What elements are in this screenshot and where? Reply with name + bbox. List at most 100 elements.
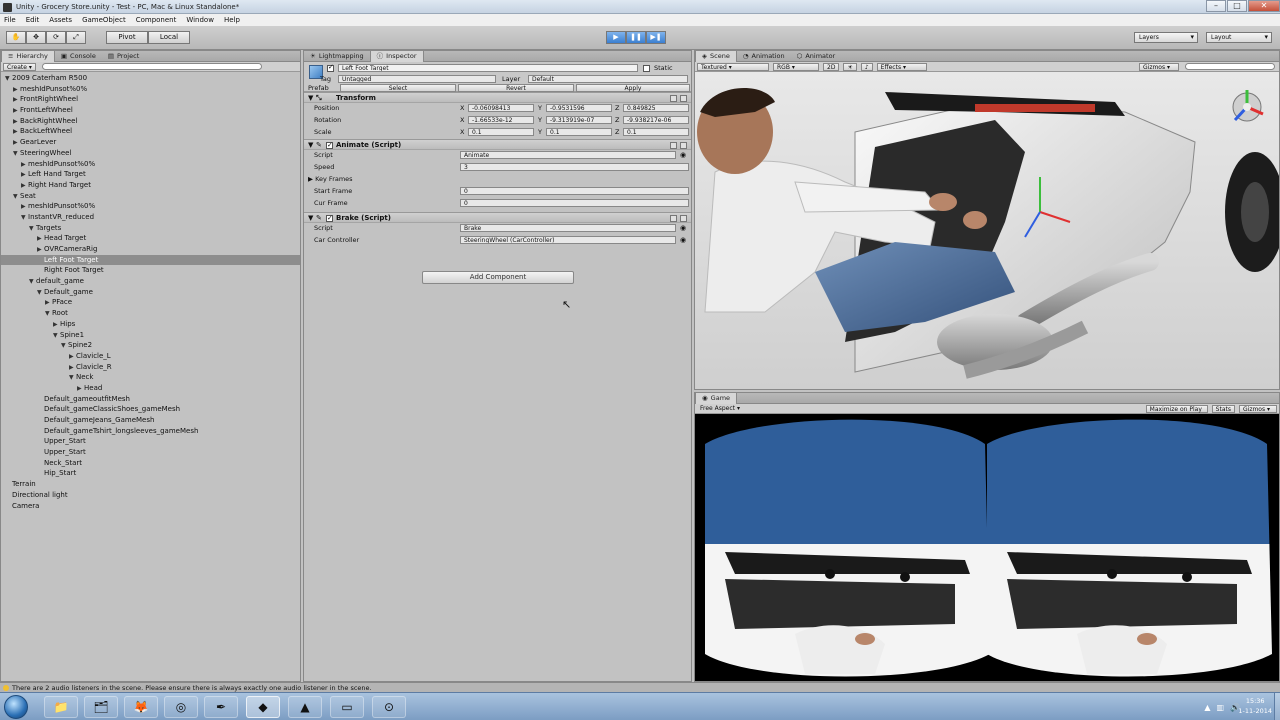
keyframes-foldout[interactable]: ▶ Key Frames (308, 175, 353, 183)
hierarchy-item[interactable]: Directional light (1, 490, 300, 501)
position-z-field[interactable]: 0.849825 (623, 104, 689, 112)
hierarchy-item[interactable]: ▶ BackLeftWheel (1, 126, 300, 137)
game-gizmos-dropdown[interactable]: Gizmos ▾ (1239, 404, 1277, 413)
menu-file[interactable]: File (4, 14, 16, 26)
taskbar-gimp[interactable]: ✒ (204, 696, 238, 718)
step-button[interactable]: ▶❚ (646, 31, 666, 44)
scene-gizmos-dropdown[interactable]: Gizmos ▾ (1139, 62, 1179, 71)
tab-animation[interactable]: ◔ Animation (737, 51, 791, 62)
taskbar-brackets[interactable]: ▲ (288, 696, 322, 718)
hierarchy-item[interactable]: ▼ default_game (1, 276, 300, 287)
object-picker-icon[interactable]: ◉ (680, 224, 686, 232)
hierarchy-item[interactable]: Default_gameTshirt_longsleeves_gameMesh (1, 426, 300, 437)
hierarchy-item[interactable]: Camera (1, 501, 300, 512)
hierarchy-item[interactable]: ▼ 2009 Caterham R500 (1, 73, 300, 84)
hierarchy-item[interactable]: ▼ Targets (1, 223, 300, 234)
speed-field[interactable]: 3 (460, 163, 689, 171)
scale-z-field[interactable]: 0.1 (623, 128, 689, 136)
taskbar-explorer[interactable]: 📁 (44, 696, 78, 718)
tab-animator[interactable]: ⬡ Animator (791, 51, 842, 62)
rotation-x-field[interactable]: -1.66533e-12 (468, 116, 534, 124)
taskbar-clock[interactable]: 15:36 1-11-2014 (1238, 696, 1272, 716)
hierarchy-item[interactable]: ▼ Spine1 (1, 330, 300, 341)
audio-toggle[interactable]: ♪ (860, 62, 873, 71)
layers-dropdown[interactable]: Layers (1134, 32, 1198, 43)
taskbar-firefox[interactable]: 🦊 (124, 696, 158, 718)
menu-edit[interactable]: Edit (26, 14, 40, 26)
position-y-field[interactable]: -0.9531596 (546, 104, 612, 112)
object-picker-icon[interactable]: ◉ (680, 236, 686, 244)
tab-hierarchy[interactable]: ≡ Hierarchy (1, 51, 55, 62)
taskbar-screen[interactable]: ▭ (330, 696, 364, 718)
start-frame-field[interactable]: 0 (460, 187, 689, 195)
lighting-toggle[interactable]: ☀ (843, 62, 857, 71)
show-desktop-button[interactable] (1274, 693, 1280, 720)
scale-y-field[interactable]: 0.1 (546, 128, 612, 136)
add-component-button[interactable]: Add Component (422, 271, 574, 284)
hierarchy-item[interactable]: Left Foot Target (1, 254, 300, 266)
maximize-button[interactable]: □ (1227, 0, 1247, 12)
tab-game[interactable]: ◉ Game (695, 393, 738, 404)
help-icon[interactable] (670, 215, 677, 222)
scale-tool-button[interactable]: ⤢ (66, 31, 86, 44)
textured-dropdown[interactable]: Textured ▾ (697, 62, 769, 71)
hierarchy-item[interactable]: ▼ Default_game (1, 287, 300, 298)
hierarchy-item[interactable]: ▶ PFace (1, 297, 300, 308)
hierarchy-item[interactable]: ▶ OVRCameraRig (1, 244, 300, 255)
help-icon[interactable] (670, 142, 677, 149)
network-icon[interactable]: ▥ (1216, 703, 1224, 712)
hierarchy-item[interactable]: ▶ meshIdPunsot%0% (1, 84, 300, 95)
hierarchy-item[interactable]: ▼ SteeringWheel (1, 148, 300, 159)
prefab-revert-button[interactable]: Revert (458, 84, 574, 92)
prefab-apply-button[interactable]: Apply (576, 84, 690, 92)
hierarchy-item[interactable]: Hip_Start (1, 468, 300, 479)
tag-dropdown[interactable]: Untagged (338, 75, 496, 83)
tab-project[interactable]: ▤ Project (102, 51, 145, 62)
hierarchy-item[interactable]: ▶ BackRightWheel (1, 116, 300, 127)
tab-inspector[interactable]: ⓘ Inspector (369, 51, 424, 62)
hierarchy-item[interactable]: ▶ GearLever (1, 137, 300, 148)
tab-lightmapping[interactable]: ☀ Lightmapping (304, 51, 370, 62)
animate-enabled-checkbox[interactable] (326, 140, 333, 151)
minimize-button[interactable]: – (1206, 0, 1226, 12)
hierarchy-item[interactable]: ▶ Right Hand Target (1, 180, 300, 191)
hierarchy-item[interactable]: ▼ Spine2 (1, 340, 300, 351)
pause-button[interactable]: ❚❚ (626, 31, 646, 44)
hierarchy-item[interactable]: Upper_Start (1, 436, 300, 447)
hierarchy-item[interactable]: ▼ InstantVR_reduced (1, 212, 300, 223)
rgb-dropdown[interactable]: RGB ▾ (773, 62, 819, 71)
hierarchy-item[interactable]: ▶ Hips (1, 319, 300, 330)
stats-toggle[interactable]: Stats (1211, 404, 1235, 413)
help-icon[interactable] (670, 95, 677, 102)
local-toggle[interactable]: Local (148, 31, 190, 44)
effects-dropdown[interactable]: Effects ▾ (876, 62, 927, 71)
hierarchy-item[interactable]: Upper_Start (1, 447, 300, 458)
layer-dropdown[interactable]: Default (528, 75, 688, 83)
create-button[interactable]: Create ▾ (3, 62, 36, 71)
console-status-bar[interactable]: There are 2 audio listeners in the scene… (0, 682, 1280, 692)
hierarchy-item[interactable]: ▶ FrontLeftWheel (1, 105, 300, 116)
rotation-z-field[interactable]: -9.938217e-06 (623, 116, 689, 124)
hierarchy-item[interactable]: ▶ Head (1, 383, 300, 394)
car-controller-field[interactable]: SteeringWheel (CarController) (460, 236, 676, 244)
pivot-toggle[interactable]: Pivot (106, 31, 148, 44)
animate-script-header[interactable]: ▼ ✎ Animate (Script) (304, 139, 691, 151)
hierarchy-item[interactable]: Terrain (1, 479, 300, 490)
play-button[interactable]: ▶ (606, 31, 626, 44)
menu-component[interactable]: Component (136, 14, 177, 26)
taskbar-capture[interactable]: ⊙ (372, 696, 406, 718)
tab-console[interactable]: ▣ Console (55, 51, 102, 62)
hierarchy-item[interactable]: ▶ Clavicle_L (1, 351, 300, 362)
maximize-on-play-toggle[interactable]: Maximize on Play (1145, 404, 1208, 413)
taskbar-blender[interactable]: ◎ (164, 696, 198, 718)
static-checkbox[interactable] (643, 65, 650, 72)
settings-gear-icon[interactable] (680, 215, 687, 222)
hierarchy-item[interactable]: ▶ Left Hand Target (1, 169, 300, 180)
hierarchy-item[interactable]: ▶ meshIdPunsot%0% (1, 159, 300, 170)
active-checkbox[interactable] (327, 63, 334, 72)
hierarchy-item[interactable]: Default_gameClassicShoes_gameMesh (1, 404, 300, 415)
menu-assets[interactable]: Assets (49, 14, 72, 26)
brake-enabled-checkbox[interactable] (326, 213, 333, 224)
hierarchy-item[interactable]: ▼ Seat (1, 191, 300, 202)
hierarchy-item[interactable]: ▶ meshIdPunsot%0% (1, 201, 300, 212)
